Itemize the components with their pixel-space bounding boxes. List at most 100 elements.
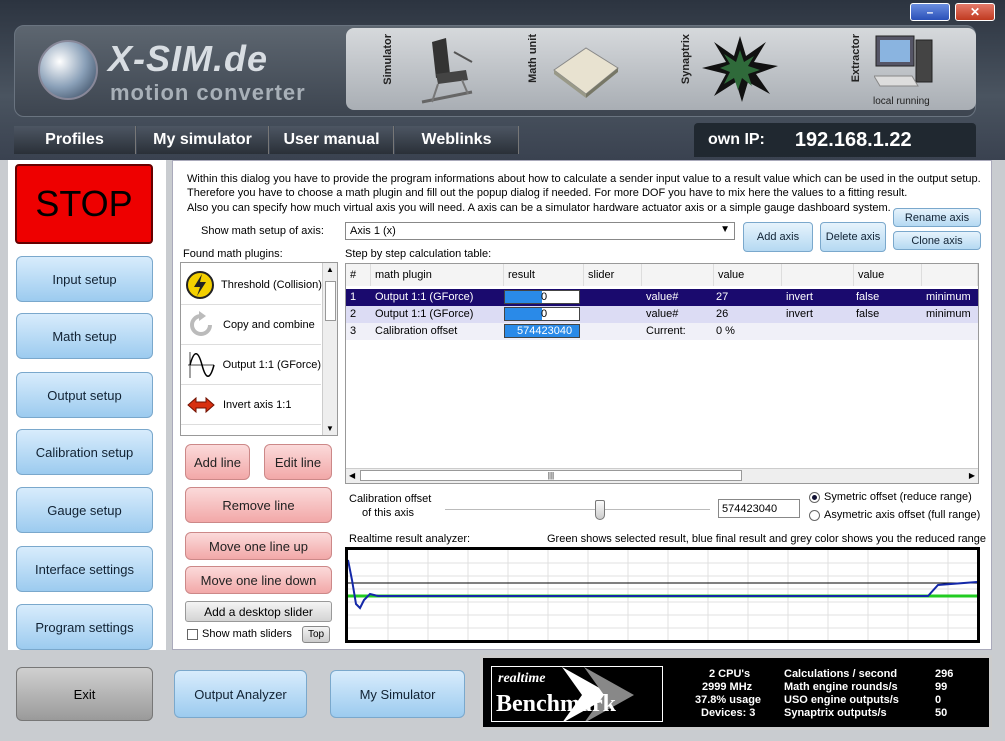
sidebar-item-interface-settings[interactable]: Interface settings <box>16 546 153 592</box>
table-row[interactable]: 2 Output 1:1 (GForce) 0 value# 26 invert… <box>346 306 978 323</box>
calibration-slider[interactable] <box>445 496 710 524</box>
table-row[interactable]: 1 Output 1:1 (GForce) 0 value# 27 invert… <box>346 289 978 306</box>
sine-wave-icon <box>185 349 217 381</box>
column-header[interactable]: value <box>854 264 922 286</box>
column-header[interactable] <box>782 264 854 286</box>
axis-select-label: Show math setup of axis: <box>201 225 324 237</box>
scroll-thumb[interactable]: ||| <box>360 470 742 481</box>
ip-label: own IP: <box>708 131 765 148</box>
simulator-seat-icon[interactable] <box>402 32 482 106</box>
add-desktop-slider-button[interactable]: Add a desktop slider <box>185 601 332 622</box>
close-button[interactable]: ✕ <box>955 3 995 21</box>
column-header[interactable]: math plugin <box>371 264 504 286</box>
plugin-name: Threshold (Collision) <box>221 278 322 291</box>
cpu-chip-icon[interactable] <box>548 42 622 102</box>
lightning-icon <box>185 269 215 301</box>
stat-label: Calculations / second <box>784 668 898 680</box>
sidebar-item-output-setup[interactable]: Output setup <box>16 372 153 418</box>
sidebar-item-gauge-setup[interactable]: Gauge setup <box>16 487 153 533</box>
column-header[interactable]: # <box>346 264 371 286</box>
scroll-right-icon[interactable]: ▶ <box>969 471 975 480</box>
slider-track <box>445 509 710 511</box>
calculation-table[interactable]: # math plugin result slider value value … <box>345 263 979 484</box>
sidebar-item-input-setup[interactable]: Input setup <box>16 256 153 302</box>
table-label: Step by step calculation table: <box>345 248 492 260</box>
plugin-name: Invert axis 1:1 <box>223 398 292 411</box>
module-math-label: Math unit <box>527 34 539 83</box>
sidebar-item-calibration-setup[interactable]: Calibration setup <box>16 429 153 475</box>
intro-text-2: Therefore you have to choose a math plug… <box>187 187 908 199</box>
calibration-label-1: Calibration offset <box>349 493 432 505</box>
scroll-thumb[interactable] <box>325 281 336 321</box>
column-header[interactable] <box>642 264 714 286</box>
add-line-button[interactable]: Add line <box>185 444 250 480</box>
tab-my-simulator[interactable]: My simulator <box>137 126 269 154</box>
sidebar-item-program-settings[interactable]: Program settings <box>16 604 153 650</box>
axis-select-value: Axis 1 (x) <box>350 225 396 237</box>
remove-line-button[interactable]: Remove line <box>185 487 332 523</box>
result-bar: 0 <box>504 307 580 321</box>
minimize-button[interactable]: – <box>910 3 950 21</box>
tab-weblinks[interactable]: Weblinks <box>395 126 519 154</box>
ip-value: 192.168.1.22 <box>794 128 912 151</box>
stat-value: 296 <box>935 668 954 680</box>
benchmark-logo-line1: realtime <box>498 671 546 686</box>
stat-label: Math engine rounds/s <box>784 681 898 693</box>
invert-arrows-icon <box>185 389 217 421</box>
edit-line-button[interactable]: Edit line <box>264 444 332 480</box>
result-bar: 574423040 <box>504 324 580 338</box>
logo-title: X-SIM.de <box>108 38 269 79</box>
stat-cpus: 2 CPU's <box>709 668 751 680</box>
move-line-down-button[interactable]: Move one line down <box>185 566 332 594</box>
scroll-down-icon[interactable]: ▼ <box>326 424 334 433</box>
slider-thumb[interactable] <box>595 500 606 520</box>
symetric-offset-radio[interactable] <box>809 492 820 503</box>
column-header[interactable]: value <box>714 264 782 286</box>
stop-button[interactable]: STOP <box>15 164 153 244</box>
plugins-label: Found math plugins: <box>183 248 283 260</box>
clone-axis-button[interactable]: Clone axis <box>893 231 981 250</box>
tab-user-manual[interactable]: User manual <box>270 126 394 154</box>
show-sliders-checkbox[interactable] <box>187 629 198 640</box>
header: – ✕ X-SIM.de motion converter Simulator … <box>0 0 1005 160</box>
analyzer-label: Realtime result analyzer: <box>349 533 471 545</box>
module-synaptrix-label: Synaptrix <box>680 34 692 85</box>
stat-value: 0 <box>935 694 942 706</box>
rename-axis-button[interactable]: Rename axis <box>893 208 981 227</box>
output-analyzer-button[interactable]: Output Analyzer <box>174 670 307 718</box>
synaptrix-star-icon[interactable] <box>700 34 780 104</box>
exit-button[interactable]: Exit <box>16 667 153 721</box>
axis-select[interactable]: Axis 1 (x) ▼ <box>345 222 735 240</box>
top-button[interactable]: Top <box>302 626 330 643</box>
plugin-list-scrollbar[interactable]: ▲ ▼ <box>322 263 337 435</box>
my-simulator-button[interactable]: My Simulator <box>330 670 465 718</box>
asymetric-offset-label: Asymetric axis offset (full range) <box>824 509 981 521</box>
list-item[interactable]: Copy and combine <box>181 305 321 345</box>
sidebar-item-math-setup[interactable]: Math setup <box>16 313 153 359</box>
list-item[interactable]: Output 1:1 (GForce) <box>181 345 321 385</box>
table-hscrollbar[interactable]: ◀ ||| ▶ <box>346 468 978 483</box>
plugin-list[interactable]: Threshold (Collision) Copy and combine O… <box>180 262 338 436</box>
intro-text-3: Also you can specify how much virtual ax… <box>187 202 891 214</box>
stat-usage: 37.8% usage <box>695 694 762 706</box>
add-axis-button[interactable]: Add axis <box>743 222 813 252</box>
asymetric-offset-radio[interactable] <box>809 510 820 521</box>
column-header[interactable] <box>922 264 978 286</box>
module-simulator-label: Simulator <box>382 34 394 85</box>
table-row[interactable]: 3 Calibration offset 574423040 Current: … <box>346 323 978 340</box>
computer-icon[interactable] <box>874 32 938 94</box>
plugin-name: Output 1:1 (GForce) <box>222 358 321 371</box>
column-header[interactable]: result <box>504 264 584 286</box>
calibration-label-2: of this axis <box>362 507 414 519</box>
stat-mhz: 2999 MHz <box>702 681 753 693</box>
delete-axis-button[interactable]: Delete axis <box>820 222 886 252</box>
scroll-up-icon[interactable]: ▲ <box>326 265 334 274</box>
intro-text-1: Within this dialog you have to provide t… <box>187 173 981 185</box>
list-item[interactable]: Invert axis 1:1 <box>181 385 321 425</box>
list-item[interactable]: Threshold (Collision) <box>181 265 322 305</box>
column-header[interactable]: slider <box>584 264 642 286</box>
scroll-left-icon[interactable]: ◀ <box>349 471 355 480</box>
tab-profiles[interactable]: Profiles <box>14 126 136 154</box>
calibration-value-input[interactable] <box>718 499 800 518</box>
move-line-up-button[interactable]: Move one line up <box>185 532 332 560</box>
